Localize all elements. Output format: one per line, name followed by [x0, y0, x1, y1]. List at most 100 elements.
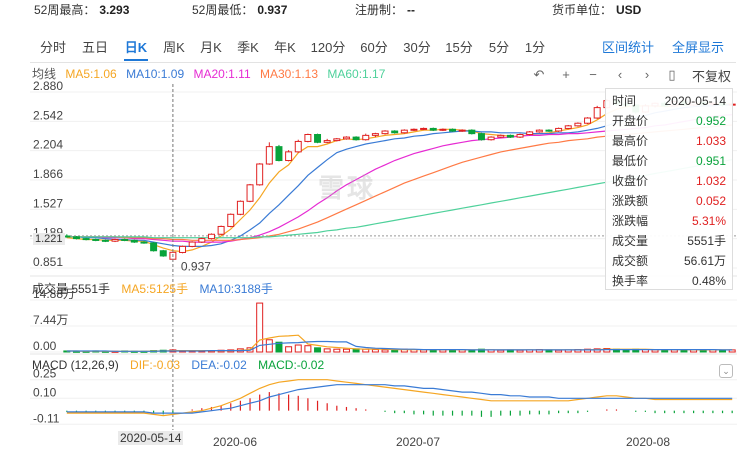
- candle-body: [101, 239, 109, 242]
- candle-body: [179, 245, 187, 253]
- volume-bar: [304, 345, 312, 353]
- candle-body: [121, 238, 129, 241]
- candle-body: [323, 140, 331, 143]
- candle-body: [352, 136, 360, 141]
- candle-body: [207, 233, 215, 240]
- volume-bar: [516, 349, 524, 353]
- macd-legend-dif: DIF:-0.03: [130, 358, 181, 372]
- candle-body: [159, 250, 167, 257]
- volume-bar: [719, 349, 727, 353]
- macd-legend-dea: DEA:-0.02: [191, 358, 247, 372]
- volume-legend-ma5: MA5:5125手: [121, 282, 189, 296]
- tooltip-row-time: 时间 2020-05-14: [612, 94, 726, 108]
- candle-body: [285, 151, 293, 162]
- candle-body: [265, 146, 273, 165]
- candle-body: [275, 146, 283, 162]
- volume-legend-ma10: MA10:3188手: [199, 282, 273, 296]
- macd-dif-line: [66, 379, 733, 417]
- volume-bar: [342, 348, 350, 353]
- x-tick-label: 2020-07: [396, 435, 440, 449]
- candle-body: [535, 129, 543, 133]
- macd-legend-title: MACD (12,26,9): [32, 358, 119, 372]
- candle-body: [236, 200, 244, 215]
- tooltip-row-change-pct: 涨跌幅 5.31%: [612, 214, 726, 228]
- volume-bar: [439, 349, 447, 353]
- candle-body: [468, 129, 476, 135]
- candle-body: [381, 130, 389, 135]
- volume-bar: [294, 344, 302, 353]
- volume-bar: [555, 349, 563, 353]
- candle-body: [92, 238, 100, 241]
- volume-bar: [420, 349, 428, 353]
- volume-bar: [651, 349, 659, 353]
- candle-body: [487, 136, 495, 141]
- candle-body: [188, 241, 196, 247]
- candle-body: [150, 242, 158, 252]
- macd-legend-macd: MACD:-0.02: [258, 358, 325, 372]
- candle-body: [516, 134, 524, 138]
- candle-body: [227, 213, 235, 227]
- candle-body: [458, 129, 466, 132]
- macd-legend: MACD (12,26,9) DIF:-0.03 DEA:-0.02 MACD:…: [32, 358, 332, 372]
- candle-body: [63, 235, 71, 238]
- candle-body: [574, 122, 582, 127]
- volume-bar: [371, 349, 379, 353]
- candle-body: [410, 128, 418, 131]
- candle-body: [371, 133, 379, 136]
- tooltip-row-volume: 成交量 5551手: [612, 234, 726, 248]
- price-tick-label: 0.851: [33, 255, 63, 269]
- candle-body: [304, 134, 312, 142]
- cursor-date-tag: 2020-05-14: [118, 431, 184, 445]
- price-tick-label: 1.527: [33, 196, 63, 210]
- volume-legend-vol: 成交量 5551手: [32, 282, 111, 296]
- candle-body: [400, 129, 408, 134]
- volume-bar: [468, 349, 476, 353]
- candle-body: [584, 117, 592, 124]
- volume-bar: [670, 349, 678, 353]
- tooltip-row-change: 涨跌额 0.052: [612, 194, 726, 208]
- volume-expand-icon[interactable]: ⌄: [719, 364, 733, 378]
- candle-body: [497, 134, 505, 138]
- x-tick-label: 2020-06: [213, 435, 257, 449]
- macd-tick-label: -0.11: [33, 411, 60, 425]
- current-price-tag: 1.221: [33, 233, 65, 245]
- candle-tooltip: 时间 2020-05-14 开盘价 0.952 最高价 1.033 最低价 0.951 …: [605, 88, 733, 290]
- candle-body: [140, 241, 148, 244]
- candle-body: [506, 134, 514, 138]
- volume-bar: [333, 348, 341, 353]
- candle-body: [362, 134, 370, 141]
- candle-body: [256, 163, 264, 186]
- candle-body: [429, 127, 437, 131]
- volume-bar: [323, 348, 331, 353]
- candle-body: [420, 127, 428, 130]
- tooltip-row-turnover-rate: 换手率 0.48%: [612, 274, 726, 288]
- tooltip-row-low: 最低价 0.951: [612, 154, 726, 168]
- candle-body: [555, 127, 563, 132]
- candle-body: [391, 130, 399, 134]
- candle-body: [439, 128, 447, 131]
- tooltip-row-turnover: 成交额 56.61万: [612, 254, 726, 268]
- tooltip-row-close: 收盘价 1.032: [612, 174, 726, 188]
- macd-tick-label: 0.10: [33, 385, 57, 399]
- volume-legend: 成交量 5551手 MA5:5125手 MA10:3188手: [32, 280, 281, 297]
- volume-tick-label: 7.44万: [33, 313, 68, 327]
- candle-body: [342, 136, 350, 140]
- x-tick-label: 2020-08: [626, 435, 670, 449]
- candle-body: [333, 138, 341, 142]
- volume-bar: [314, 347, 322, 353]
- candle-body: [217, 225, 225, 235]
- candle-body: [526, 131, 534, 136]
- volume-bar: [497, 349, 505, 353]
- tooltip-row-open: 开盘价 0.952: [612, 114, 726, 128]
- volume-tick-label: 0.00: [33, 339, 57, 353]
- candle-body: [545, 129, 553, 132]
- price-tick-label: 2.542: [33, 108, 63, 122]
- xueqiu-watermark: 雪球: [318, 173, 377, 203]
- cursor-low-label: 0.937: [181, 260, 211, 274]
- candle-body: [449, 128, 457, 132]
- price-tick-label: 1.866: [33, 167, 63, 181]
- volume-bar: [265, 339, 273, 353]
- candle-body: [294, 140, 302, 153]
- candle-body: [130, 239, 138, 243]
- candle-body: [564, 125, 572, 129]
